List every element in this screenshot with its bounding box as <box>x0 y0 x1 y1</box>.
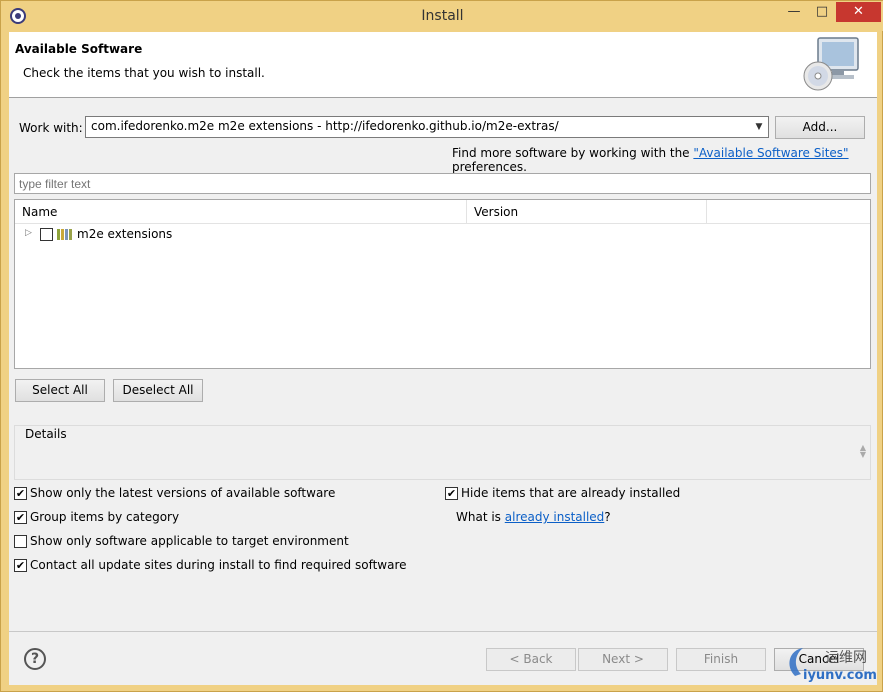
find-more-suffix: preferences. <box>452 160 527 174</box>
wizard-banner: Available Software Check the items that … <box>9 32 877 98</box>
work-with-combo[interactable]: com.ifedorenko.m2e m2e extensions - http… <box>85 116 769 138</box>
row-checkbox[interactable] <box>40 228 53 241</box>
watermark-text-top: 运维网 <box>825 650 867 666</box>
target-env-label[interactable]: Show only software applicable to target … <box>30 534 349 548</box>
column-header-filler <box>707 200 870 224</box>
filter-input[interactable] <box>14 173 871 194</box>
details-group: Details ▲ ▼ <box>14 425 871 480</box>
what-is-suffix: ? <box>604 510 611 524</box>
select-all-button[interactable]: Select All <box>15 379 105 402</box>
work-with-label: Work with: <box>19 121 83 135</box>
expand-arrow-icon[interactable]: ▷ <box>25 228 32 238</box>
chevron-down-icon[interactable]: ▼ <box>752 119 766 135</box>
latest-versions-label[interactable]: Show only the latest versions of availab… <box>30 486 335 500</box>
software-tree[interactable]: Name Version ▷ m2e extensions <box>14 199 871 369</box>
what-is-prefix: What is <box>456 510 505 524</box>
page-description: Check the items that you wish to install… <box>23 66 265 80</box>
what-is-installed-text: What is already installed? <box>456 510 611 524</box>
watermark-text-bottom: iyunv.com <box>803 668 877 683</box>
scroll-arrows-icon[interactable]: ▲ ▼ <box>860 444 866 459</box>
title-bar[interactable]: Install — □ ✕ <box>1 1 883 31</box>
back-button[interactable]: < Back <box>486 648 576 671</box>
next-button[interactable]: Next > <box>578 648 668 671</box>
maximize-button[interactable]: □ <box>809 2 835 22</box>
find-more-text: Find more software by working with the "… <box>452 146 877 174</box>
category-icon <box>57 229 72 240</box>
cd-monitor-icon <box>803 37 859 91</box>
hide-installed-checkbox[interactable]: ✔ <box>445 487 458 500</box>
work-with-value: com.ifedorenko.m2e m2e extensions - http… <box>91 119 559 133</box>
find-more-prefix: Find more software by working with the <box>452 146 694 160</box>
contact-sites-checkbox[interactable]: ✔ <box>14 559 27 572</box>
help-icon[interactable]: ? <box>24 648 46 670</box>
group-by-category-checkbox[interactable]: ✔ <box>14 511 27 524</box>
column-header-version[interactable]: Version <box>467 200 707 224</box>
already-installed-link[interactable]: already installed <box>505 510 605 524</box>
deselect-all-button[interactable]: Deselect All <box>113 379 203 402</box>
close-button[interactable]: ✕ <box>836 2 881 22</box>
footer-separator <box>9 631 877 632</box>
group-by-category-label[interactable]: Group items by category <box>30 510 179 524</box>
target-env-checkbox[interactable] <box>14 535 27 548</box>
page-title: Available Software <box>15 42 143 56</box>
row-name: m2e extensions <box>77 227 173 241</box>
column-header-name[interactable]: Name <box>15 200 467 224</box>
details-label: Details <box>23 427 69 441</box>
add-site-button[interactable]: Add... <box>775 116 865 139</box>
watermark: 运维网 iyunv.com <box>781 644 877 685</box>
install-window: Install — □ ✕ Available Software Check t… <box>0 0 883 692</box>
dialog-client-area: Available Software Check the items that … <box>9 32 877 685</box>
available-software-sites-link[interactable]: "Available Software Sites" <box>693 146 848 160</box>
minimize-button[interactable]: — <box>781 2 807 22</box>
finish-button[interactable]: Finish <box>676 648 766 671</box>
hide-installed-label[interactable]: Hide items that are already installed <box>461 486 680 500</box>
window-title: Install <box>421 8 464 24</box>
latest-versions-checkbox[interactable]: ✔ <box>14 487 27 500</box>
contact-sites-label[interactable]: Contact all update sites during install … <box>30 558 407 572</box>
tree-row[interactable]: ▷ m2e extensions <box>15 225 870 245</box>
